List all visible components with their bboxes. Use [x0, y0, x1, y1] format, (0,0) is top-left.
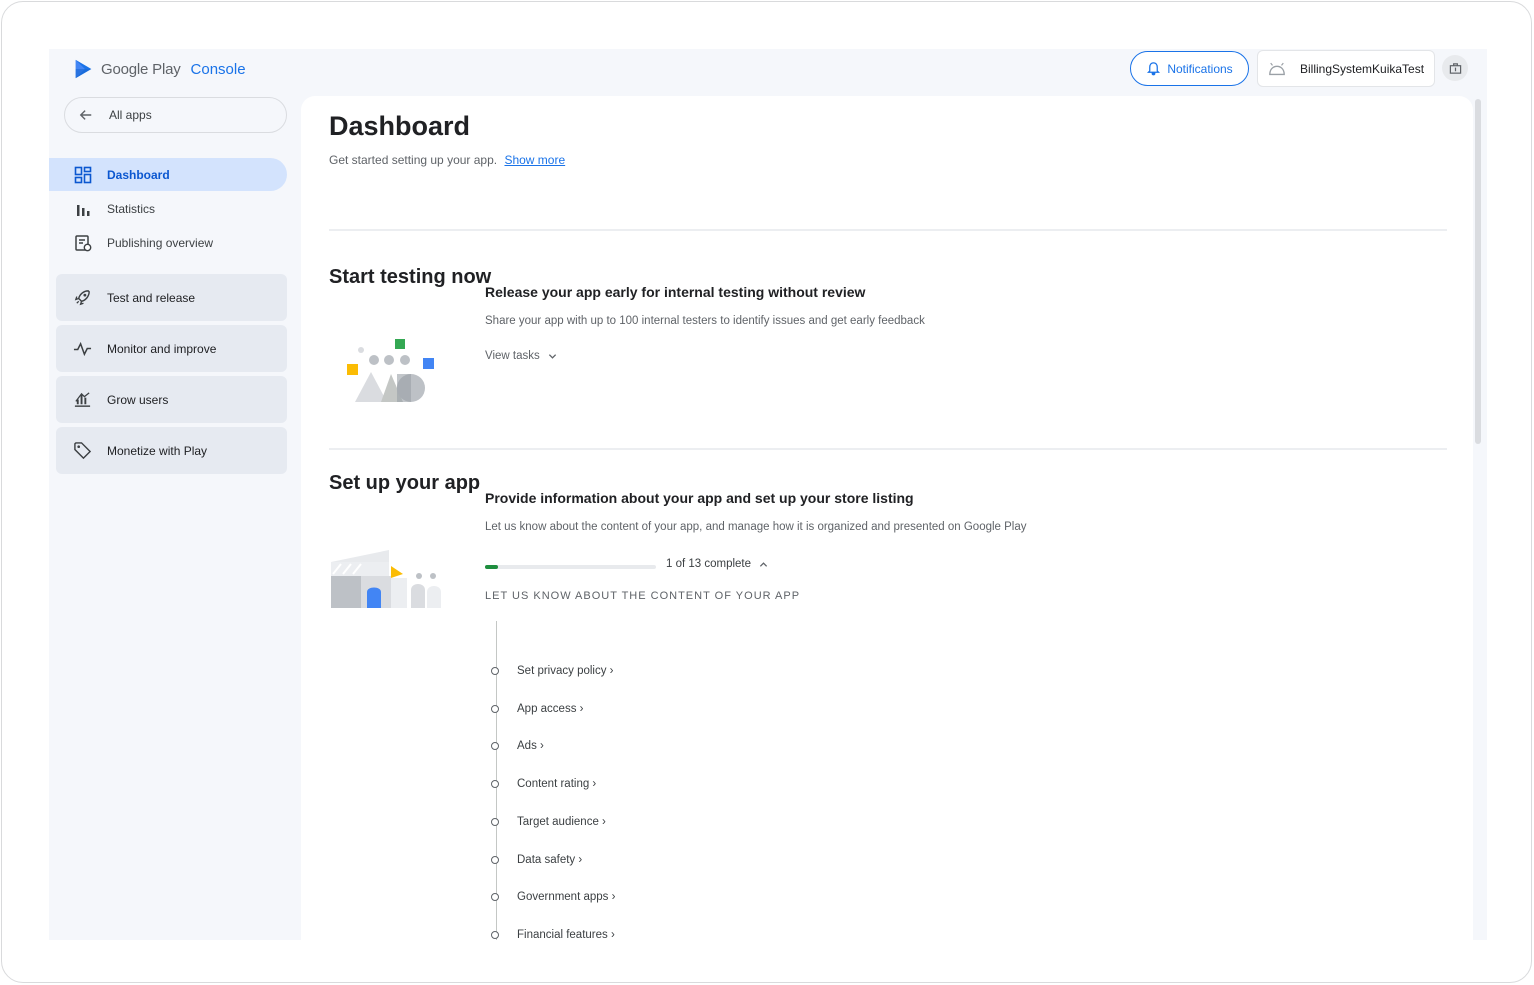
- android-app-icon: [1269, 62, 1285, 75]
- task-label: Target audience ›: [517, 815, 606, 828]
- logo-google-play-text: Google Play: [101, 60, 181, 78]
- task-status-circle-icon: [491, 704, 499, 713]
- sidebar-group-label: Monitor and improve: [107, 341, 217, 356]
- main-scrollbar[interactable]: [1475, 99, 1481, 444]
- task-status-circle-icon: [491, 930, 499, 939]
- task-item[interactable]: Data safety ›: [491, 850, 582, 870]
- view-tasks-toggle[interactable]: View tasks: [485, 350, 557, 362]
- sidebar-group-label: Test and release: [107, 290, 196, 305]
- arrow-left-icon: [79, 110, 92, 120]
- testing-illustration: [347, 339, 434, 402]
- section-title-set-up-your-app: Set up your app: [329, 472, 481, 494]
- all-apps-label: All apps: [109, 108, 152, 122]
- window-frame: Google Play Console Notifications Billing…: [1, 1, 1532, 983]
- sidebar-group-test-and-release[interactable]: Test and release: [56, 274, 287, 321]
- page-title: Dashboard: [329, 111, 471, 141]
- testing-card-title: Release your app early for internal test…: [485, 284, 866, 300]
- task-status-circle-icon: [491, 780, 499, 789]
- task-item[interactable]: Ads ›: [491, 736, 544, 756]
- sidebar-group-monetize-with-play[interactable]: Monetize with Play: [56, 427, 287, 474]
- task-label: Government apps ›: [517, 891, 616, 904]
- sidebar-group-label: Grow users: [107, 392, 169, 407]
- sidebar-item-publishing-overview[interactable]: Publishing overview: [49, 226, 287, 259]
- briefcase-icon: [1449, 62, 1461, 74]
- setup-card-title: Provide information about your app and s…: [485, 490, 914, 506]
- setup-progress-toggle[interactable]: 1 of 13 complete: [666, 558, 768, 570]
- task-label: Ads ›: [517, 740, 544, 753]
- task-status-circle-icon: [491, 817, 499, 826]
- sidebar-item-dashboard[interactable]: Dashboard: [49, 158, 287, 191]
- task-label: App access ›: [517, 702, 584, 715]
- task-label: Financial features ›: [517, 928, 615, 940]
- sidebar-item-statistics[interactable]: Statistics: [49, 192, 287, 225]
- sidebar-item-label: Publishing overview: [107, 235, 214, 250]
- view-tasks-label: View tasks: [485, 350, 540, 362]
- tag-icon: [74, 442, 92, 460]
- task-label: Set privacy policy ›: [517, 665, 614, 677]
- account-switcher[interactable]: BillingSystemKuikaTest: [1257, 50, 1435, 87]
- account-name: BillingSystemKuikaTest: [1300, 61, 1425, 76]
- sidebar-group-monitor-and-improve[interactable]: Monitor and improve: [56, 325, 287, 372]
- pulse-icon: [73, 341, 92, 357]
- sidebar-group-grow-users[interactable]: Grow users: [56, 376, 287, 423]
- progress-text: 1 of 13 complete: [666, 558, 752, 570]
- divider: [329, 448, 1447, 450]
- notifications-label: Notifications: [1167, 61, 1233, 76]
- task-item[interactable]: Target audience ›: [491, 812, 606, 832]
- chevron-down-icon: [548, 353, 556, 359]
- subtitle-text: Get started setting up your app.: [329, 153, 498, 167]
- setup-progress-fill: [485, 565, 499, 569]
- google-play-console-logo[interactable]: Google Play Console: [73, 57, 246, 81]
- setup-card-description: Let us know about the content of your ap…: [485, 521, 1027, 533]
- task-item[interactable]: Government apps ›: [491, 887, 615, 907]
- testing-card-description: Share your app with up to 100 internal t…: [485, 315, 925, 327]
- task-item[interactable]: Financial features ›: [491, 925, 615, 940]
- sidebar-item-label: Dashboard: [107, 167, 170, 182]
- publishing-overview-icon: [75, 234, 92, 251]
- task-status-circle-icon: [491, 893, 499, 902]
- bell-icon: [1147, 62, 1161, 76]
- task-item[interactable]: App access ›: [491, 699, 583, 719]
- notifications-button[interactable]: Notifications: [1130, 51, 1249, 86]
- task-status-circle-icon: [491, 742, 499, 751]
- grow-users-icon: [74, 392, 91, 407]
- task-label: Content rating ›: [517, 778, 597, 791]
- play-console-app: Google Play Console Notifications Billing…: [49, 49, 1487, 940]
- show-more-link[interactable]: Show more: [504, 153, 565, 167]
- sidebar-group-label: Monetize with Play: [107, 443, 208, 458]
- content-section-overline: LET US KNOW ABOUT THE CONTENT OF YOUR AP…: [485, 590, 801, 602]
- divider: [329, 229, 1447, 231]
- task-item[interactable]: Content rating ›: [491, 774, 596, 794]
- play-logo-icon: [75, 59, 92, 79]
- all-apps-button[interactable]: All apps: [64, 97, 287, 133]
- task-status-circle-icon: [491, 855, 499, 864]
- developer-account-button[interactable]: [1442, 55, 1468, 81]
- task-label: Data safety ›: [517, 853, 583, 866]
- dashboard-icon: [74, 166, 92, 183]
- chevron-up-icon: [759, 561, 768, 567]
- setup-illustration: [331, 550, 441, 608]
- rocket-icon: [74, 290, 90, 306]
- sidebar-item-label: Statistics: [107, 201, 156, 216]
- setup-progress-bar: [485, 565, 656, 569]
- main-content: Dashboard Get started setting up your ap…: [301, 96, 1473, 940]
- page-subtitle: Get started setting up your app. Show mo…: [329, 153, 565, 167]
- logo-console-text: Console: [190, 60, 246, 78]
- task-status-circle-icon: [491, 667, 499, 675]
- task-item[interactable]: Set privacy policy ›: [491, 661, 614, 681]
- section-title-start-testing: Start testing now: [329, 266, 492, 288]
- bar-chart-icon: [77, 204, 90, 216]
